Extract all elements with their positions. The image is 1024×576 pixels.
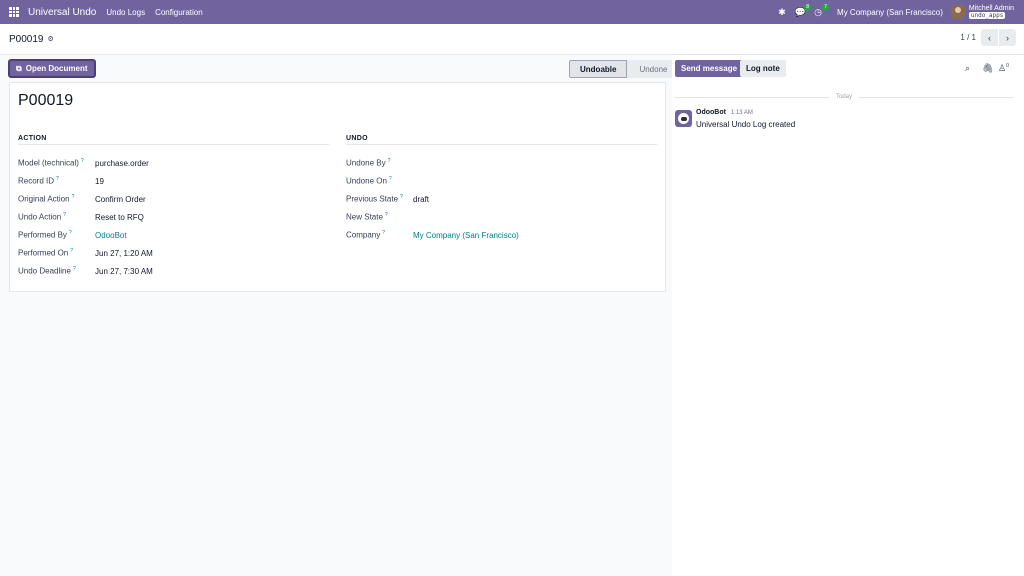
- help-tooltip-icon[interactable]: ?: [73, 266, 76, 272]
- message-author[interactable]: OdooBot: [696, 109, 726, 116]
- user-name: Mitchell Admin: [968, 5, 1014, 12]
- help-tooltip-icon[interactable]: ?: [388, 158, 391, 164]
- field-original-action: Original Action? Confirm Order: [18, 193, 318, 205]
- gear-icon[interactable]: ⚙: [47, 35, 53, 43]
- help-tooltip-icon[interactable]: ?: [81, 158, 84, 164]
- help-tooltip-icon[interactable]: ?: [400, 194, 403, 200]
- stage-undoable[interactable]: Undoable: [569, 60, 628, 78]
- record-title: P00019: [18, 92, 74, 109]
- top-navbar: Universal Undo Undo Logs Configuration ✱…: [0, 0, 1024, 24]
- field-record-id: Record ID? 19: [18, 175, 318, 187]
- stage-undone[interactable]: Undone: [627, 60, 678, 78]
- field-performed-on: Performed On? Jun 27, 1:20 AM: [18, 247, 318, 259]
- field-label: Original Action?: [18, 194, 75, 204]
- help-tooltip-icon[interactable]: ?: [70, 248, 73, 254]
- help-tooltip-icon[interactable]: ?: [69, 230, 72, 236]
- pager: 1 / 1 ‹ ›: [960, 29, 1016, 46]
- database-name: undo_apps: [968, 12, 1006, 19]
- date-separator: Today: [675, 92, 1013, 102]
- field-label: Company?: [346, 230, 386, 240]
- field-value: Jun 27, 7:30 AM: [95, 266, 153, 276]
- group-title-action: ACTION: [18, 135, 47, 142]
- send-message-button[interactable]: Send message: [675, 60, 744, 77]
- help-tooltip-icon[interactable]: ?: [63, 212, 66, 218]
- group-divider: [18, 144, 329, 145]
- field-undo-action: Undo Action? Reset to RFQ: [18, 211, 318, 223]
- chevron-left-icon: ‹: [988, 32, 991, 43]
- activities-badge: 7: [822, 4, 830, 11]
- field-label: New State?: [346, 212, 388, 222]
- field-company: Company? My Company (San Francisco): [346, 229, 646, 241]
- field-undone-by: Undone By?: [346, 157, 646, 169]
- field-label: Undone By?: [346, 158, 391, 168]
- chevron-right-icon: ›: [1006, 32, 1009, 43]
- paperclip-icon[interactable]: 🖇: [982, 63, 993, 74]
- followers-button[interactable]: ♙0: [998, 63, 1009, 74]
- performed-by-link[interactable]: OdooBot: [95, 231, 127, 240]
- odoobot-avatar[interactable]: [675, 110, 692, 127]
- message-time: 1:13 AM: [730, 110, 753, 116]
- field-value: Jun 27, 1:20 AM: [95, 248, 153, 258]
- status-bar: Undoable Undone: [569, 60, 678, 78]
- open-document-label: Open Document: [25, 64, 88, 73]
- help-tooltip-icon[interactable]: ?: [56, 176, 59, 182]
- user-avatar[interactable]: [950, 5, 965, 19]
- field-label: Model (technical)?: [18, 158, 84, 168]
- company-switcher[interactable]: My Company (San Francisco): [837, 8, 943, 17]
- chatter-panel: Send message Log note ⌕ 🖇 ♙0 Today OdooB…: [672, 55, 1024, 576]
- message-body: Universal Undo Log created: [696, 120, 796, 129]
- control-panel: P00019 ⚙ 1 / 1 ‹ ›: [0, 24, 1024, 55]
- field-label: Performed By?: [18, 230, 72, 240]
- messaging-icon[interactable]: 💬 8: [791, 0, 812, 24]
- activities-icon[interactable]: ◷ 7: [809, 0, 830, 24]
- help-tooltip-icon[interactable]: ?: [382, 230, 385, 236]
- field-undo-deadline: Undo Deadline? Jun 27, 7:30 AM: [18, 265, 318, 277]
- help-tooltip-icon[interactable]: ?: [385, 212, 388, 218]
- external-link-icon: ⧉: [16, 63, 22, 73]
- field-value: Confirm Order: [95, 194, 146, 204]
- app-title[interactable]: Universal Undo: [28, 7, 96, 18]
- pager-previous-button[interactable]: ‹: [981, 29, 998, 46]
- field-model: Model (technical)? purchase.order: [18, 157, 318, 169]
- company-link[interactable]: My Company (San Francisco): [413, 231, 519, 240]
- help-tooltip-icon[interactable]: ?: [389, 176, 392, 182]
- user-menu[interactable]: Mitchell Admin undo_apps: [968, 5, 1014, 19]
- online-status-dot: [961, 16, 965, 19]
- field-value: draft: [413, 194, 430, 204]
- debug-bug-icon[interactable]: ✱: [773, 0, 791, 24]
- field-value: purchase.order: [95, 158, 149, 168]
- menu-undo-logs[interactable]: Undo Logs: [106, 8, 145, 17]
- person-icon: ♙: [998, 63, 1007, 73]
- field-value: 19: [95, 176, 104, 186]
- field-previous-state: Previous State? draft: [346, 193, 646, 205]
- apps-menu-icon[interactable]: [0, 0, 28, 24]
- menu-configuration[interactable]: Configuration: [155, 8, 203, 17]
- field-value: Reset to RFQ: [95, 212, 144, 222]
- pager-next-button[interactable]: ›: [999, 29, 1016, 46]
- pager-value[interactable]: 1 / 1: [960, 33, 976, 42]
- breadcrumb-record: P00019: [9, 33, 44, 45]
- group-title-undo: UNDO: [346, 135, 368, 142]
- help-tooltip-icon[interactable]: ?: [72, 194, 75, 200]
- followers-count: 0: [1006, 63, 1009, 69]
- field-performed-by: Performed By? OdooBot: [18, 229, 318, 241]
- open-document-button[interactable]: ⧉ Open Document: [8, 59, 96, 78]
- field-new-state: New State?: [346, 211, 646, 223]
- field-label: Previous State?: [346, 194, 403, 204]
- field-label: Undo Action?: [18, 212, 66, 222]
- field-label: Performed On?: [18, 248, 74, 258]
- field-label: Undone On?: [346, 176, 392, 186]
- clock-icon: ◷: [814, 6, 822, 17]
- search-icon[interactable]: ⌕: [965, 63, 970, 74]
- form-sheet: P00019 ACTION UNDO Model (technical)? pu…: [9, 82, 666, 292]
- group-divider: [346, 144, 657, 145]
- message-header: OdooBot 1:13 AM: [696, 109, 753, 116]
- field-label: Undo Deadline?: [18, 266, 76, 276]
- field-undone-on: Undone On?: [346, 175, 646, 187]
- log-note-button[interactable]: Log note: [740, 60, 786, 77]
- field-label: Record ID?: [18, 176, 59, 186]
